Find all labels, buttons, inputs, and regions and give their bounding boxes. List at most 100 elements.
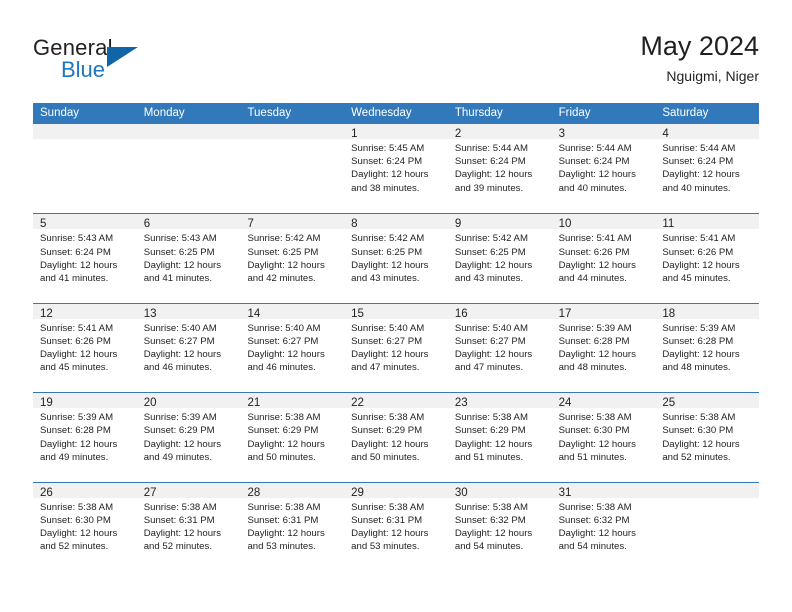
- day-info-line: and 47 minutes.: [454, 362, 524, 374]
- logo-text-blue: Blue: [61, 57, 106, 82]
- day-info-line: Daylight: 12 hours: [558, 169, 636, 181]
- day-cell-5[interactable]: 5 Sunrise: 5:43 AM Sunset: 6:24 PM Daylight…: [33, 214, 137, 303]
- day-cell-31[interactable]: 31 Sunrise: 5:38 AM Sunset: 6:32 PM Dayligh…: [551, 482, 656, 571]
- day-cell-29[interactable]: 29 Sunrise: 5:38 AM Sunset: 6:31 PM Dayligh…: [344, 482, 448, 571]
- day-sun-info: Sunrise: 5:42 AM Sunset: 6:25 PM Daylight:…: [448, 229, 552, 285]
- day-number-strip: 27: [136, 482, 241, 499]
- day-sun-info: Sunrise: 5:41 AM Sunset: 6:26 PM Daylight:…: [552, 229, 656, 285]
- day-number-strip: 4: [655, 124, 760, 140]
- general-blue-logo[interactable]: General Blue: [33, 35, 233, 87]
- day-cell-23[interactable]: 23 Sunrise: 5:38 AM Sunset: 6:29 PM Dayligh…: [447, 393, 552, 482]
- day-info-line: Sunrise: 5:42 AM: [454, 233, 528, 245]
- day-number: 9: [454, 218, 462, 231]
- day-number-strip: 25: [655, 393, 760, 409]
- day-cell-8[interactable]: 8 Sunrise: 5:42 AM Sunset: 6:25 PM Daylight…: [344, 214, 448, 303]
- day-sun-info: [240, 139, 344, 142]
- day-info-line: Sunrise: 5:40 AM: [143, 322, 217, 334]
- day-number: 10: [558, 218, 572, 231]
- day-number: 30: [454, 486, 468, 499]
- day-number-strip: 31: [551, 482, 656, 499]
- calendar-week-row: 5 Sunrise: 5:43 AM Sunset: 6:24 PM Daylight…: [33, 213, 760, 303]
- weekday-header-sunday: Sunday: [40, 107, 80, 119]
- day-info-line: Sunrise: 5:38 AM: [351, 412, 425, 424]
- day-info-line: Sunset: 6:24 PM: [351, 156, 423, 168]
- day-cell-30[interactable]: 30 Sunrise: 5:38 AM Sunset: 6:32 PM Dayligh…: [447, 482, 552, 571]
- day-info-line: Daylight: 12 hours: [662, 259, 740, 271]
- day-info-line: Sunset: 6:27 PM: [351, 335, 423, 347]
- day-info-line: Sunrise: 5:38 AM: [40, 501, 114, 513]
- day-cell-26[interactable]: 26 Sunrise: 5:38 AM Sunset: 6:30 PM Dayligh…: [33, 482, 137, 571]
- day-info-line: Daylight: 12 hours: [143, 438, 222, 450]
- day-sun-info: Sunrise: 5:38 AM Sunset: 6:30 PM Daylight:…: [552, 408, 656, 464]
- day-info-line: Daylight: 12 hours: [40, 259, 118, 271]
- day-info-line: Sunrise: 5:42 AM: [247, 233, 321, 245]
- day-info-line: Sunrise: 5:39 AM: [662, 322, 736, 334]
- day-cell-19[interactable]: 19 Sunrise: 5:39 AM Sunset: 6:28 PM Dayligh…: [33, 393, 137, 482]
- day-cell-25[interactable]: 25 Sunrise: 5:38 AM Sunset: 6:30 PM Dayligh…: [655, 393, 760, 482]
- day-cell-15[interactable]: 15 Sunrise: 5:40 AM Sunset: 6:27 PM Dayligh…: [344, 303, 448, 393]
- day-number-strip: 12: [33, 303, 137, 320]
- day-cell-14[interactable]: 14 Sunrise: 5:40 AM Sunset: 6:27 PM Dayligh…: [240, 303, 345, 393]
- day-number: 16: [454, 307, 468, 320]
- day-cell-27[interactable]: 27 Sunrise: 5:38 AM Sunset: 6:31 PM Dayligh…: [136, 482, 241, 571]
- day-sun-info: Sunrise: 5:44 AM Sunset: 6:24 PM Daylight:…: [655, 139, 759, 195]
- day-info-line: Daylight: 12 hours: [351, 169, 429, 181]
- day-cell-1[interactable]: 1 Sunrise: 5:45 AM Sunset: 6:24 PM Daylight…: [344, 124, 448, 214]
- day-info-line: and 43 minutes.: [454, 273, 524, 284]
- day-cell-4[interactable]: 4 Sunrise: 5:44 AM Sunset: 6:24 PM Daylight…: [655, 124, 760, 214]
- day-number: 8: [351, 218, 358, 231]
- day-cell-17[interactable]: 17 Sunrise: 5:39 AM Sunset: 6:28 PM Dayligh…: [551, 303, 656, 393]
- day-info-line: Daylight: 12 hours: [558, 349, 636, 361]
- day-number: 13: [143, 307, 157, 320]
- day-info-line: Daylight: 12 hours: [247, 438, 325, 450]
- day-cell-11[interactable]: 11 Sunrise: 5:41 AM Sunset: 6:26 PM Dayligh…: [655, 214, 760, 303]
- day-cell-16[interactable]: 16 Sunrise: 5:40 AM Sunset: 6:27 PM Dayligh…: [447, 303, 552, 393]
- day-info-line: Daylight: 12 hours: [454, 438, 533, 450]
- day-info-line: Daylight: 12 hours: [247, 259, 325, 271]
- day-number: 4: [662, 128, 669, 140]
- day-cell-13[interactable]: 13 Sunrise: 5:40 AM Sunset: 6:27 PM Dayligh…: [136, 303, 241, 393]
- day-cell-6[interactable]: 6 Sunrise: 5:43 AM Sunset: 6:25 PM Daylight…: [136, 214, 241, 303]
- day-info-line: Sunset: 6:26 PM: [662, 246, 734, 258]
- day-sun-info: [137, 139, 241, 142]
- day-info-line: Sunset: 6:32 PM: [454, 514, 526, 526]
- day-cell-9[interactable]: 9 Sunrise: 5:42 AM Sunset: 6:25 PM Daylight…: [447, 214, 552, 303]
- day-number: 1: [351, 128, 358, 140]
- day-cell-12[interactable]: 12 Sunrise: 5:41 AM Sunset: 6:26 PM Dayligh…: [33, 303, 137, 393]
- day-info-line: Daylight: 12 hours: [40, 527, 118, 539]
- day-info-line: Daylight: 12 hours: [143, 349, 222, 361]
- day-info-line: and 54 minutes.: [454, 541, 524, 553]
- day-cell-3[interactable]: 3 Sunrise: 5:44 AM Sunset: 6:24 PM Daylight…: [551, 124, 656, 214]
- day-sun-info: Sunrise: 5:38 AM Sunset: 6:31 PM Daylight:…: [344, 498, 448, 554]
- day-cell-22[interactable]: 22 Sunrise: 5:38 AM Sunset: 6:29 PM Dayligh…: [344, 393, 448, 482]
- day-number: 17: [558, 307, 572, 320]
- day-cell-20[interactable]: 20 Sunrise: 5:39 AM Sunset: 6:29 PM Dayligh…: [136, 393, 241, 482]
- day-info-line: and 50 minutes.: [247, 451, 316, 463]
- day-number: 5: [40, 218, 47, 231]
- day-sun-info: Sunrise: 5:42 AM Sunset: 6:25 PM Daylight:…: [240, 229, 344, 285]
- day-number: 6: [143, 218, 151, 231]
- day-number-strip: [655, 482, 760, 498]
- day-info-line: and 54 minutes.: [558, 541, 627, 553]
- day-info-line: and 43 minutes.: [351, 273, 420, 284]
- calendar-week-row: 12 Sunrise: 5:41 AM Sunset: 6:26 PM Dayligh…: [33, 302, 760, 393]
- day-sun-info: Sunrise: 5:43 AM Sunset: 6:24 PM Daylight:…: [33, 229, 137, 285]
- day-info-line: Sunrise: 5:38 AM: [454, 501, 528, 513]
- day-info-line: Sunset: 6:29 PM: [351, 425, 423, 437]
- day-info-line: Daylight: 12 hours: [454, 349, 533, 361]
- day-info-line: Sunrise: 5:38 AM: [247, 412, 321, 424]
- day-sun-info: Sunrise: 5:38 AM Sunset: 6:30 PM Daylight:…: [655, 408, 759, 464]
- day-info-line: Sunrise: 5:41 AM: [558, 233, 632, 245]
- day-cell-28[interactable]: 28 Sunrise: 5:38 AM Sunset: 6:31 PM Dayligh…: [240, 482, 345, 571]
- day-cell-21[interactable]: 21 Sunrise: 5:38 AM Sunset: 6:29 PM Dayligh…: [240, 393, 345, 482]
- day-number-strip: 29: [344, 482, 448, 499]
- day-info-line: Sunrise: 5:41 AM: [662, 233, 736, 245]
- day-cell-2[interactable]: 2 Sunrise: 5:44 AM Sunset: 6:24 PM Daylight…: [447, 124, 552, 214]
- calendar-page: General Blue May 2024 Nguigmi, Niger Sun…: [0, 0, 792, 612]
- day-cell-10[interactable]: 10 Sunrise: 5:41 AM Sunset: 6:26 PM Dayligh…: [551, 214, 656, 303]
- day-cell-7[interactable]: 7 Sunrise: 5:42 AM Sunset: 6:25 PM Daylight…: [240, 214, 345, 303]
- day-cell-18[interactable]: 18 Sunrise: 5:39 AM Sunset: 6:28 PM Dayligh…: [655, 303, 760, 393]
- calendar-body: 1 Sunrise: 5:45 AM Sunset: 6:24 PM Daylight…: [33, 124, 760, 571]
- day-sun-info: Sunrise: 5:41 AM Sunset: 6:26 PM Daylight:…: [655, 229, 759, 285]
- day-cell-24[interactable]: 24 Sunrise: 5:38 AM Sunset: 6:30 PM Dayligh…: [551, 393, 656, 482]
